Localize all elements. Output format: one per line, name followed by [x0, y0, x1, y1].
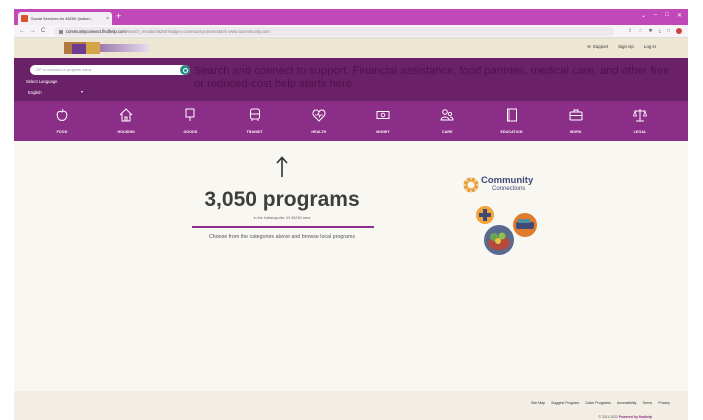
- close-window-button[interactable]: ✕: [677, 12, 682, 19]
- footer-link-suggest-program[interactable]: Suggest Program: [551, 401, 579, 405]
- partner-name-line1: Community: [481, 175, 534, 186]
- language-selected: English: [28, 90, 42, 95]
- url-host: communityconnect.findhelp.com: [66, 29, 126, 34]
- house-icon: [119, 108, 133, 122]
- transit-circle-icon: [513, 213, 537, 237]
- sign-up-link[interactable]: Sign Up: [618, 44, 634, 49]
- browser-tab[interactable]: Social Services for 46250 (Indian... ×: [18, 12, 112, 25]
- footer-link-site-map[interactable]: Site Map: [531, 401, 545, 405]
- tag-icon: [185, 108, 195, 121]
- program-location: in the Indianapolis, IN 46250 area: [253, 216, 311, 220]
- category-bar: FOOD HOUSING GOODS TRANSIT HEALTH MONEY …: [14, 101, 688, 141]
- people-icon: [440, 109, 454, 121]
- scales-icon: [632, 109, 647, 122]
- category-work[interactable]: WORK: [556, 101, 596, 141]
- category-housing[interactable]: HOUSING: [106, 101, 146, 141]
- money-icon: [376, 111, 390, 119]
- arrow-up-icon: [276, 156, 288, 177]
- site-logo[interactable]: [64, 42, 150, 54]
- search-placeholder: ZIP or keyword or program name: [36, 68, 92, 72]
- briefcase-icon: [569, 109, 583, 121]
- category-label: EDUCATION: [500, 130, 523, 134]
- footer-link-privacy[interactable]: Privacy: [658, 401, 670, 405]
- minimize-button[interactable]: –: [654, 12, 657, 19]
- category-label: TRANSIT: [246, 130, 263, 134]
- sun-logo-icon: [463, 177, 479, 193]
- url-path: /search_results/46250?ladger=communityco…: [125, 29, 270, 34]
- search-input[interactable]: ZIP or keyword or program name: [30, 65, 190, 75]
- site-header: Support Sign Up Log In: [14, 38, 688, 58]
- lock-icon: [59, 29, 63, 34]
- bus-icon: [249, 108, 260, 121]
- search-submit-button[interactable]: [180, 65, 190, 75]
- maximize-button[interactable]: □: [665, 12, 669, 19]
- profile-avatar[interactable]: [676, 28, 682, 34]
- search-banner: ZIP or keyword or program name Select La…: [14, 58, 688, 101]
- browser-window: Social Services for 46250 (Indian... × +…: [0, 0, 703, 420]
- category-care[interactable]: CARE: [427, 101, 467, 141]
- footer-link-claim-programs[interactable]: Claim Programs: [585, 401, 611, 405]
- log-in-link[interactable]: Log In: [644, 44, 656, 49]
- forward-button[interactable]: →: [30, 28, 36, 34]
- category-education[interactable]: EDUCATION: [492, 101, 532, 141]
- medical-circle-icon: [476, 206, 494, 224]
- program-count: 3,050 programs: [204, 188, 360, 211]
- category-food[interactable]: FOOD: [42, 101, 82, 141]
- category-goods[interactable]: GOODS: [170, 101, 210, 141]
- category-legal[interactable]: LEGAL: [620, 101, 660, 141]
- browser-toolbar-icons: ⇪ ☆ ✱ ⤓ □: [628, 28, 682, 34]
- category-transit[interactable]: TRANSIT: [235, 101, 275, 141]
- category-label: HEALTH: [311, 130, 327, 134]
- category-health[interactable]: HEALTH: [299, 101, 339, 141]
- tagline: Search and connect to support. Financial…: [194, 65, 670, 90]
- footer-link-terms[interactable]: Terms: [642, 401, 652, 405]
- extensions-icon[interactable]: ✱: [649, 28, 653, 34]
- chevron-down-icon: ▾: [80, 89, 83, 94]
- language-select[interactable]: English ▾: [28, 89, 83, 95]
- reload-button[interactable]: C: [41, 28, 45, 34]
- tab-search-icon[interactable]: ⌄: [641, 12, 646, 19]
- book-icon: [506, 108, 517, 122]
- copyright-text: © 2011-2022: [598, 415, 618, 419]
- category-label: MONEY: [376, 130, 390, 134]
- download-icon[interactable]: ⤓: [659, 28, 661, 34]
- new-tab-button[interactable]: +: [116, 12, 121, 21]
- share-icon[interactable]: ⇪: [628, 28, 632, 34]
- tab-title: Social Services for 46250 (Indian...: [31, 16, 94, 21]
- community-connections-logo: Community Connections: [462, 175, 562, 199]
- category-label: LEGAL: [633, 130, 647, 134]
- service-illustrations: [476, 206, 537, 255]
- copyright: © 2011-2022 Powered by findhelp: [598, 415, 652, 419]
- category-label: HOUSING: [117, 130, 135, 134]
- back-button[interactable]: ←: [19, 28, 25, 34]
- window-controls: ⌄ – □ ✕: [641, 12, 682, 19]
- support-link[interactable]: Support: [587, 44, 608, 49]
- main-content: 3,050 programs in the Indianapolis, IN 4…: [14, 141, 688, 391]
- language-label: Select Language: [26, 79, 58, 84]
- bookmark-star-icon[interactable]: ☆: [638, 28, 642, 34]
- url-field[interactable]: communityconnect.findhelp.com /search_re…: [54, 27, 614, 36]
- close-tab-icon[interactable]: ×: [106, 16, 109, 22]
- site-footer: Site Map Suggest Program Claim Programs …: [14, 391, 688, 420]
- address-bar: ← → C communityconnect.findhelp.com /sea…: [14, 25, 688, 38]
- food-circle-icon: [484, 225, 514, 255]
- apple-icon: [56, 108, 68, 121]
- sidepanel-icon[interactable]: □: [667, 28, 670, 34]
- footer-link-accessibility[interactable]: Accessibility: [617, 401, 637, 405]
- category-money[interactable]: MONEY: [363, 101, 403, 141]
- favicon-icon: [21, 15, 28, 22]
- category-label: WORK: [569, 130, 582, 134]
- category-label: CARE: [442, 130, 453, 134]
- category-label: GOODS: [183, 130, 198, 134]
- browser-tab-strip: Social Services for 46250 (Indian... × +…: [14, 9, 688, 25]
- divider: [192, 226, 374, 228]
- heart-pulse-icon: [312, 109, 326, 122]
- powered-by-link[interactable]: Powered by findhelp: [619, 415, 652, 419]
- partner-name-line2: Connections: [492, 186, 526, 192]
- browse-instruction: Choose from the categories above and bro…: [208, 234, 356, 240]
- category-label: FOOD: [56, 130, 68, 134]
